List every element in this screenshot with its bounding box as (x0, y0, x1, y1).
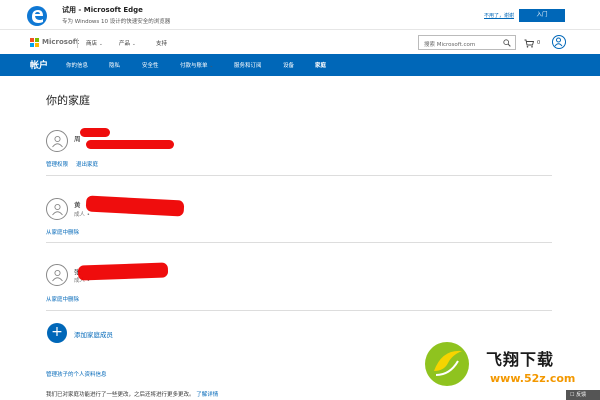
edge-logo-icon (27, 6, 47, 26)
account-title[interactable]: 帐户 (30, 58, 48, 71)
nav-store[interactable]: 商店 ⌄ (86, 39, 103, 47)
footer-note-text: 我们已对家庭功能进行了一些更改，之后还将进行更多更改。 (46, 392, 195, 398)
leave-family-link[interactable]: 退出家庭 (76, 160, 98, 168)
member-name: 黄 (74, 201, 81, 209)
account-nav-bar: 帐户 你的信息 隐私 安全性 付款与账单 ⌄ 服务和订阅 设备 家庭 (0, 54, 600, 76)
tab-privacy[interactable]: 隐私 (109, 61, 120, 69)
member-role: 成人 • (74, 212, 90, 218)
person-icon (52, 203, 63, 216)
microsoft-wordmark[interactable]: Microsoft (42, 38, 79, 46)
chevron-down-icon: ⌄ (99, 42, 103, 47)
plus-icon: + (51, 324, 63, 340)
tab-payment-billing[interactable]: 付款与账单 ⌄ (180, 61, 213, 69)
microsoft-logo-icon[interactable] (30, 38, 39, 47)
redaction-mark (80, 128, 110, 137)
nav-products-label: 产品 (119, 41, 131, 47)
learn-more-link[interactable]: 了解详情 (196, 392, 218, 398)
remove-from-family-link[interactable]: 从家庭中删除 (46, 295, 79, 303)
edge-promo-banner: 试用 - Microsoft Edge 专为 Windows 10 设计的快速安… (0, 0, 600, 30)
divider (46, 310, 552, 311)
remove-from-family-link[interactable]: 从家庭中删除 (46, 228, 79, 236)
manage-child-profile-link[interactable]: 管理孩子的个人资料信息 (46, 370, 107, 378)
tab-devices[interactable]: 设备 (283, 61, 294, 69)
chevron-down-icon: ⌄ (132, 42, 136, 47)
redaction-mark (85, 195, 185, 217)
redaction-mark (77, 262, 169, 281)
divider (46, 242, 552, 243)
person-avatar (46, 198, 68, 220)
page-title: 你的家庭 (46, 94, 90, 107)
family-member-card: 周 管理权限 退出家庭 (46, 128, 552, 173)
nav-store-label: 商店 (86, 41, 98, 47)
family-member-card: 黄 成人 • 从家庭中删除 (46, 195, 552, 241)
person-icon (52, 135, 63, 148)
person-avatar (46, 264, 68, 286)
tab-security[interactable]: 安全性 (142, 61, 159, 69)
avatar[interactable] (552, 35, 566, 49)
nav-support-label: 支持 (156, 41, 168, 47)
tab-services-subscriptions[interactable]: 服务和订阅 (234, 61, 262, 69)
search-icon[interactable] (503, 39, 511, 47)
chevron-down-icon: ⌄ (209, 64, 214, 69)
promo-title: 试用 - Microsoft Edge (62, 6, 143, 14)
feedback-label: 反馈 (576, 392, 587, 398)
person-avatar (46, 130, 68, 152)
user-icon (554, 37, 563, 47)
nav-support[interactable]: 支持 (156, 39, 167, 47)
divider (46, 175, 552, 176)
watermark-logo-icon (425, 342, 469, 386)
cart-count: 0 (537, 40, 541, 46)
search-input[interactable]: 搜索 Microsoft.com (418, 35, 516, 50)
get-started-button[interactable]: 入门 (519, 9, 565, 22)
site-header: Microsoft 商店 ⌄ 产品 ⌄ 支持 搜索 Microsoft.com 0 (0, 31, 600, 54)
tab-your-info[interactable]: 你的信息 (66, 61, 88, 69)
footer-note: 我们已对家庭功能进行了一些更改，之后还将进行更多更改。 了解详情 (46, 390, 218, 398)
feedback-icon: ☐ (570, 392, 575, 398)
person-icon (52, 269, 63, 282)
tab-payment-billing-label: 付款与账单 (180, 63, 208, 69)
redaction-mark (86, 140, 174, 149)
search-placeholder: 搜索 Microsoft.com (424, 42, 476, 48)
family-member-card: 张 成人 • 从家庭中删除 (46, 262, 552, 307)
nav-products[interactable]: 产品 ⌄ (119, 39, 136, 47)
cart-icon[interactable] (524, 39, 534, 48)
watermark-title: 飞翔下载 (486, 350, 555, 369)
promo-subtitle: 专为 Windows 10 设计的快速安全的浏览器 (62, 19, 171, 25)
add-member-link[interactable]: 添加家庭成员 (74, 329, 113, 339)
tab-family[interactable]: 家庭 (315, 61, 326, 69)
add-member-button[interactable]: + (47, 323, 67, 343)
dismiss-promo-link[interactable]: 不用了，谢谢 (484, 12, 514, 19)
watermark-url: www.52z.com (490, 372, 576, 385)
feedback-button[interactable]: ☐ 反馈 (566, 390, 600, 400)
manage-permissions-link[interactable]: 管理权限 (46, 160, 68, 168)
header-separator (77, 38, 78, 48)
